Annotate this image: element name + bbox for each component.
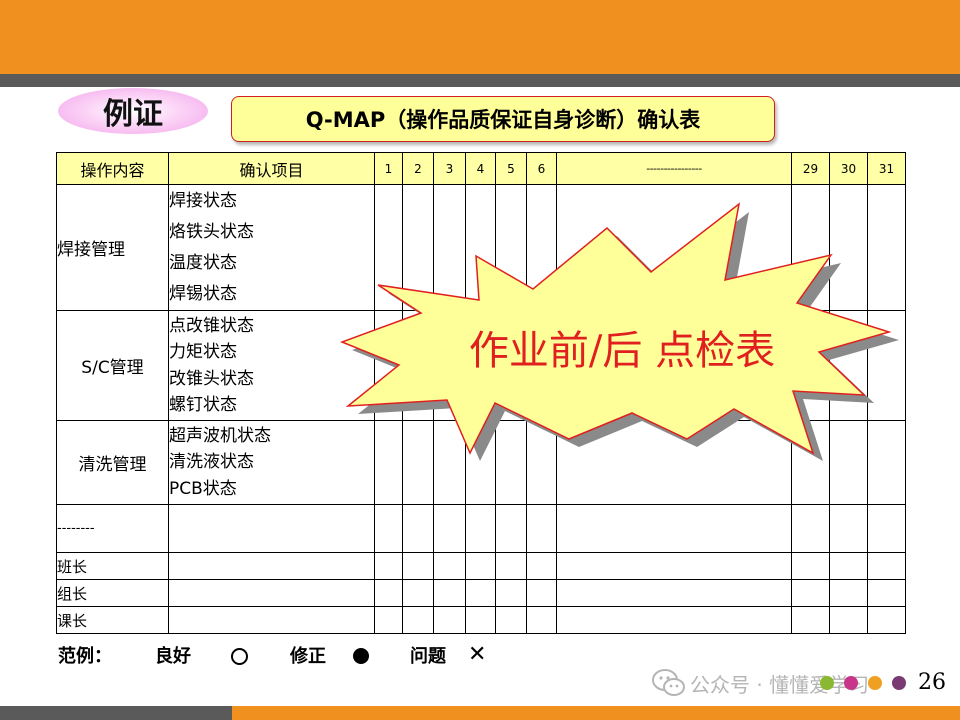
starburst-callout: 作业前/后 点检表 xyxy=(339,202,899,461)
open-circle-icon xyxy=(231,648,248,665)
watermark-text: 公众号 · 懂懂爱学习 xyxy=(690,673,870,697)
legend-fix-label: 修正 xyxy=(290,646,326,667)
green-dot-icon xyxy=(820,676,834,690)
bottom-gray-bar xyxy=(0,706,232,720)
filled-circle-icon xyxy=(353,648,369,664)
legend-problem-label: 问题 xyxy=(410,646,446,667)
wechat-logo-icon xyxy=(652,669,685,696)
purple-dot-icon xyxy=(892,676,906,690)
bottom-orange-bar xyxy=(232,706,960,720)
legend-label: 范例： xyxy=(58,646,112,667)
orange-dot-icon xyxy=(868,676,882,690)
magenta-dot-icon xyxy=(844,676,858,690)
starburst-text: 作业前/后 点检表 xyxy=(469,328,775,374)
page-number: 26 xyxy=(918,670,946,695)
legend-good-label: 良好 xyxy=(155,646,191,667)
cross-icon: ✕ xyxy=(468,642,487,667)
